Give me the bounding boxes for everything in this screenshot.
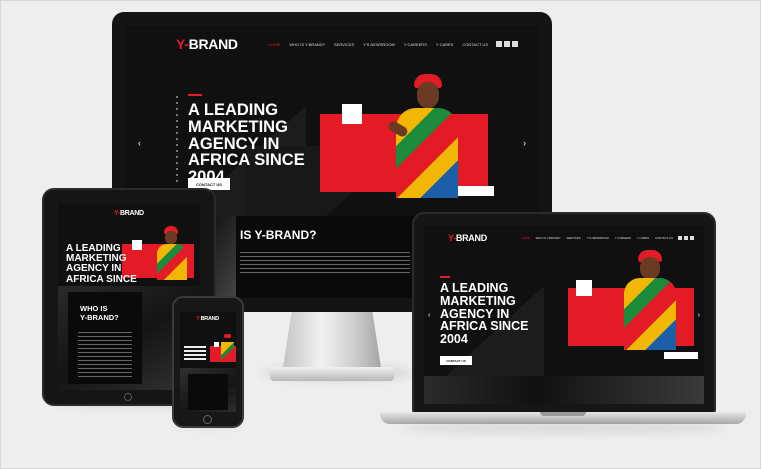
phone-logo[interactable]: Y-BRAND — [196, 316, 219, 322]
social-icons — [496, 41, 518, 47]
about-title-line: WHO IS — [80, 304, 108, 313]
logo-prefix: Y- — [448, 233, 456, 243]
headline-line: AFRICA SINCE — [66, 273, 137, 285]
tablet-woman-image — [154, 226, 188, 280]
facebook-icon[interactable] — [678, 236, 682, 240]
headline-line: 2004 — [440, 332, 468, 346]
phone-woman-image — [220, 334, 234, 362]
headline-line: AFRICA SINCE — [188, 151, 305, 170]
nav-careers[interactable]: Y CAREERS — [404, 42, 427, 47]
laptop-social-icons — [678, 236, 694, 240]
tablet-logo[interactable]: Y-BRAND — [114, 210, 144, 217]
twitter-icon[interactable] — [504, 41, 510, 47]
carousel-next-icon[interactable]: › — [523, 138, 526, 148]
phone-device: Y-BRAND — [174, 298, 244, 430]
site-logo[interactable]: Y-BRAND — [176, 36, 238, 52]
hero-white-square — [342, 104, 362, 124]
tablet-headline: A LEADING MARKETING AGENCY IN AFRICA SIN… — [66, 243, 137, 285]
site-navbar: Y-BRAND HOME WHO IS Y-BRAND? SERVICES Y'… — [126, 32, 538, 56]
monitor-stand-base — [270, 367, 394, 381]
about-title-line: Y-BRAND? — [80, 313, 119, 322]
vertical-side-text — [176, 96, 178, 186]
nav-careers[interactable]: Y CAREERS — [615, 236, 631, 240]
laptop-contact-button[interactable]: CONTACT US — [440, 356, 472, 365]
headline-line: AGENCY IN — [188, 134, 280, 153]
monitor-stand — [282, 302, 382, 372]
tablet-about-text — [78, 332, 132, 378]
hero-accent-line — [188, 94, 202, 96]
laptop-screen: Y-BRAND HOME WHO IS Y-BRAND? SERVICES Y'… — [424, 226, 704, 404]
logo-main: BRAND — [455, 233, 487, 243]
headline-line: A LEADING — [440, 281, 509, 295]
hero-headline: A LEADING MARKETING AGENCY IN AFRICA SIN… — [188, 102, 305, 186]
laptop-white-square — [576, 280, 592, 296]
about-title: IS Y-BRAND? — [240, 228, 317, 242]
tablet-about-card: WHO IS Y-BRAND? — [68, 292, 142, 384]
nav-newsroom[interactable]: Y'S NEWSROOM — [587, 236, 609, 240]
phone-hero-text — [184, 346, 206, 362]
laptop-woman-image — [620, 250, 676, 350]
logo-prefix: Y- — [176, 36, 189, 52]
hero-woman-image — [386, 74, 458, 198]
nav-contact[interactable]: CONTACT US — [655, 236, 673, 240]
tablet-home-button[interactable] — [124, 393, 132, 401]
nav-services[interactable]: SERVICES — [334, 42, 354, 47]
headline-line: MARKETING — [440, 293, 516, 308]
twitter-icon[interactable] — [684, 236, 688, 240]
laptop-white-bar — [664, 352, 698, 359]
facebook-icon[interactable] — [496, 41, 502, 47]
laptop-headline: A LEADING MARKETING AGENCY IN AFRICA SIN… — [440, 282, 528, 346]
linkedin-icon[interactable] — [512, 41, 518, 47]
laptop-device: Y-BRAND HOME WHO IS Y-BRAND? SERVICES Y'… — [380, 214, 746, 436]
phone-white-square — [214, 342, 219, 347]
nav-contact[interactable]: CONTACT US — [462, 42, 488, 47]
phone-about-card — [188, 374, 228, 410]
laptop-navbar: Y-BRAND HOME WHO IS Y-BRAND? SERVICES Y'… — [424, 230, 704, 246]
nav-home[interactable]: HOME — [521, 236, 529, 240]
laptop-notch — [540, 412, 586, 416]
laptop-hero-accent — [440, 276, 450, 278]
laptop-next-icon[interactable]: › — [698, 312, 700, 319]
logo-main: BRAND — [188, 36, 238, 52]
carousel-prev-icon[interactable]: ‹ — [138, 138, 141, 148]
phone-screen: Y-BRAND — [180, 312, 236, 412]
product-mockup-scene: Y-BRAND HOME WHO IS Y-BRAND? SERVICES Y'… — [0, 0, 761, 469]
laptop-prev-icon[interactable]: ‹ — [428, 312, 430, 319]
headline-line: A LEADING — [188, 101, 279, 119]
linkedin-icon[interactable] — [690, 236, 694, 240]
contact-us-button[interactable]: CONTACT US — [188, 178, 230, 190]
laptop-nav-menu: HOME WHO IS Y-BRAND? SERVICES Y'S NEWSRO… — [521, 236, 673, 240]
tablet-about-title: WHO IS Y-BRAND? — [80, 304, 119, 322]
nav-who[interactable]: WHO IS Y-BRAND? — [289, 42, 325, 47]
headline-line: MARKETING — [188, 117, 288, 136]
laptop-about-strip — [424, 376, 704, 404]
nav-newsroom[interactable]: Y'S NEWSROOM — [363, 42, 395, 47]
nav-cares[interactable]: Y CARES — [436, 42, 454, 47]
nav-home[interactable]: HOME — [268, 42, 280, 47]
nav-services[interactable]: SERVICES — [566, 236, 580, 240]
logo-main: BRAND — [200, 316, 220, 322]
nav-cares[interactable]: Y CARES — [637, 236, 649, 240]
phone-home-button[interactable] — [203, 415, 212, 424]
nav-menu: HOME WHO IS Y-BRAND? SERVICES Y'S NEWSRO… — [268, 42, 488, 47]
laptop-logo[interactable]: Y-BRAND — [448, 233, 487, 243]
nav-who[interactable]: WHO IS Y-BRAND? — [536, 236, 561, 240]
logo-main: BRAND — [120, 210, 144, 217]
